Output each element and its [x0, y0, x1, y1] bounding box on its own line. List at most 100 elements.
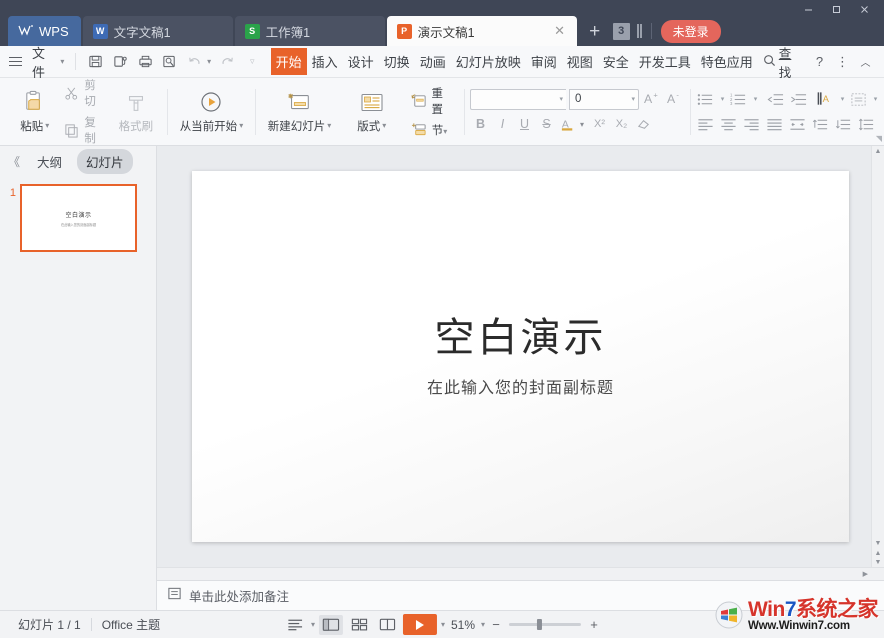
section-button[interactable]: 节▾: [407, 120, 458, 141]
theme-label[interactable]: Office 主题: [92, 616, 170, 633]
close-button[interactable]: [850, 0, 878, 18]
outline-view-icon[interactable]: [283, 615, 307, 635]
slide-subtitle-placeholder[interactable]: 在此输入您的封面副标题: [427, 374, 614, 398]
more-options-icon[interactable]: ⋮: [832, 51, 853, 73]
list-item[interactable]: 1 空白演示 在此输入您的封面副标题: [6, 184, 150, 252]
grow-font-button[interactable]: A+: [642, 89, 662, 110]
font-name-input[interactable]: ▾: [470, 89, 566, 110]
zoom-slider-control[interactable]: − +: [489, 617, 601, 632]
ribbon-tab-featured-apps[interactable]: 特色应用: [696, 48, 758, 75]
increase-indent-icon[interactable]: [788, 89, 810, 110]
align-text-box-icon[interactable]: [848, 89, 870, 110]
document-tab-presentation[interactable]: P 演示文稿1 ✕: [387, 16, 577, 46]
ribbon-tab-animations[interactable]: 动画: [415, 48, 451, 75]
tab-outline[interactable]: 大纲: [28, 149, 71, 174]
slide-canvas[interactable]: 空白演示 在此输入您的封面副标题: [192, 171, 849, 542]
decrease-indent-icon[interactable]: [765, 89, 787, 110]
text-color-button[interactable]: A: [558, 114, 579, 135]
tab-count-badge[interactable]: 3: [613, 23, 630, 40]
italic-button[interactable]: I: [492, 114, 513, 135]
print-icon[interactable]: [133, 50, 158, 74]
collapse-ribbon-icon[interactable]: ︿: [855, 51, 876, 73]
shrink-font-button[interactable]: A-: [665, 89, 685, 110]
ribbon-tab-view[interactable]: 视图: [562, 48, 598, 75]
chevron-down-icon[interactable]: ▾: [838, 95, 847, 103]
previous-slide-icon[interactable]: ▲: [875, 549, 882, 558]
text-direction-icon[interactable]: A: [815, 89, 837, 110]
play-slideshow-button[interactable]: [403, 614, 437, 635]
save-icon[interactable]: [83, 50, 108, 74]
justify-icon[interactable]: [764, 114, 786, 135]
redo-icon[interactable]: [215, 50, 240, 74]
bold-button[interactable]: B: [470, 114, 491, 135]
underline-button[interactable]: U: [514, 114, 535, 135]
slide-canvas-area[interactable]: 空白演示 在此输入您的封面副标题 ▲ ▼ ▲ ▼: [157, 146, 884, 567]
reset-button[interactable]: 重置: [407, 83, 458, 119]
slide-thumbnail[interactable]: 空白演示 在此输入您的封面副标题: [20, 184, 137, 252]
layout-button[interactable]: 版式▾: [337, 87, 407, 137]
zoom-slider[interactable]: [509, 623, 581, 626]
slide-sorter-icon[interactable]: [347, 615, 371, 635]
undo-icon[interactable]: [182, 50, 207, 74]
text-color-dropdown-icon[interactable]: ▾: [580, 120, 588, 129]
login-button[interactable]: 未登录: [661, 20, 721, 43]
chevron-down-icon[interactable]: ▾: [871, 95, 880, 103]
chevron-down-icon[interactable]: ▾: [718, 95, 727, 103]
font-size-input[interactable]: 0 ▾: [569, 89, 639, 110]
numbering-icon[interactable]: 123: [728, 89, 750, 110]
normal-view-icon[interactable]: [319, 615, 343, 635]
paste-button[interactable]: 粘贴▾: [10, 87, 60, 137]
bullets-icon[interactable]: [695, 89, 717, 110]
ribbon-tab-slideshow[interactable]: 幻灯片放映: [451, 48, 526, 75]
notes-pane[interactable]: 单击此处添加备注: [157, 580, 884, 610]
slide-count-label[interactable]: 幻灯片 1 / 1: [8, 616, 91, 633]
new-tab-button[interactable]: +: [583, 22, 607, 41]
next-slide-icon[interactable]: ▼: [875, 558, 882, 567]
reading-view-icon[interactable]: [375, 615, 399, 635]
horizontal-scrollbar[interactable]: ▶: [157, 567, 884, 580]
scroll-down-icon[interactable]: ▼: [875, 538, 882, 549]
ribbon-tab-insert[interactable]: 插入: [307, 48, 343, 75]
line-spacing-icon[interactable]: [856, 114, 878, 135]
vertical-scrollbar[interactable]: ▲ ▼ ▲ ▼: [871, 146, 884, 567]
ribbon-tab-design[interactable]: 设计: [343, 48, 379, 75]
scroll-right-icon[interactable]: ▶: [863, 570, 868, 578]
superscript-button[interactable]: X²: [589, 114, 610, 135]
ribbon-tab-review[interactable]: 审阅: [526, 48, 562, 75]
minimize-button[interactable]: [794, 0, 822, 18]
distribute-icon[interactable]: [787, 114, 809, 135]
scroll-up-icon[interactable]: ▲: [875, 146, 882, 157]
chevron-down-icon[interactable]: ▾: [631, 95, 635, 103]
save-as-icon[interactable]: [108, 50, 133, 74]
new-slide-button[interactable]: 新建幻灯片▾: [262, 87, 337, 137]
chevron-down-icon[interactable]: ▾: [441, 620, 445, 629]
zoom-in-button[interactable]: +: [587, 617, 601, 632]
find-button[interactable]: 查找: [758, 41, 807, 83]
chevron-down-icon[interactable]: ▾: [311, 620, 315, 629]
line-spacing-up-icon[interactable]: [810, 114, 832, 135]
start-from-current-button[interactable]: 从当前开始▾: [174, 87, 250, 137]
copy-button[interactable]: 复制: [60, 112, 112, 148]
slide-thumbnail-list[interactable]: 1 空白演示 在此输入您的封面副标题: [0, 176, 156, 610]
help-icon[interactable]: ?: [809, 51, 830, 73]
tab-slides[interactable]: 幻灯片: [77, 149, 133, 174]
align-right-icon[interactable]: [741, 114, 763, 135]
zoom-level-label[interactable]: 51%: [449, 618, 477, 632]
clear-formatting-button[interactable]: [633, 114, 654, 135]
zoom-slider-handle[interactable]: [537, 619, 542, 630]
align-center-icon[interactable]: [718, 114, 740, 135]
chevron-down-icon[interactable]: ▾: [559, 95, 563, 103]
chevron-down-icon[interactable]: ▾: [481, 620, 485, 629]
close-icon[interactable]: ✕: [553, 23, 567, 39]
customize-quick-access-icon[interactable]: ▿: [240, 50, 265, 74]
ribbon-tab-developer[interactable]: 开发工具: [634, 48, 696, 75]
subscript-button[interactable]: X₂: [611, 114, 632, 135]
ribbon-tab-home[interactable]: 开始: [271, 48, 307, 75]
align-left-icon[interactable]: [695, 114, 717, 135]
collapse-panel-icon[interactable]: 《: [6, 153, 22, 170]
zoom-out-button[interactable]: −: [489, 617, 503, 632]
ribbon-tab-transitions[interactable]: 切换: [379, 48, 415, 75]
print-preview-icon[interactable]: [158, 50, 183, 74]
format-painter-button[interactable]: 格式刷: [111, 87, 161, 137]
chevron-down-icon[interactable]: ▾: [751, 95, 760, 103]
